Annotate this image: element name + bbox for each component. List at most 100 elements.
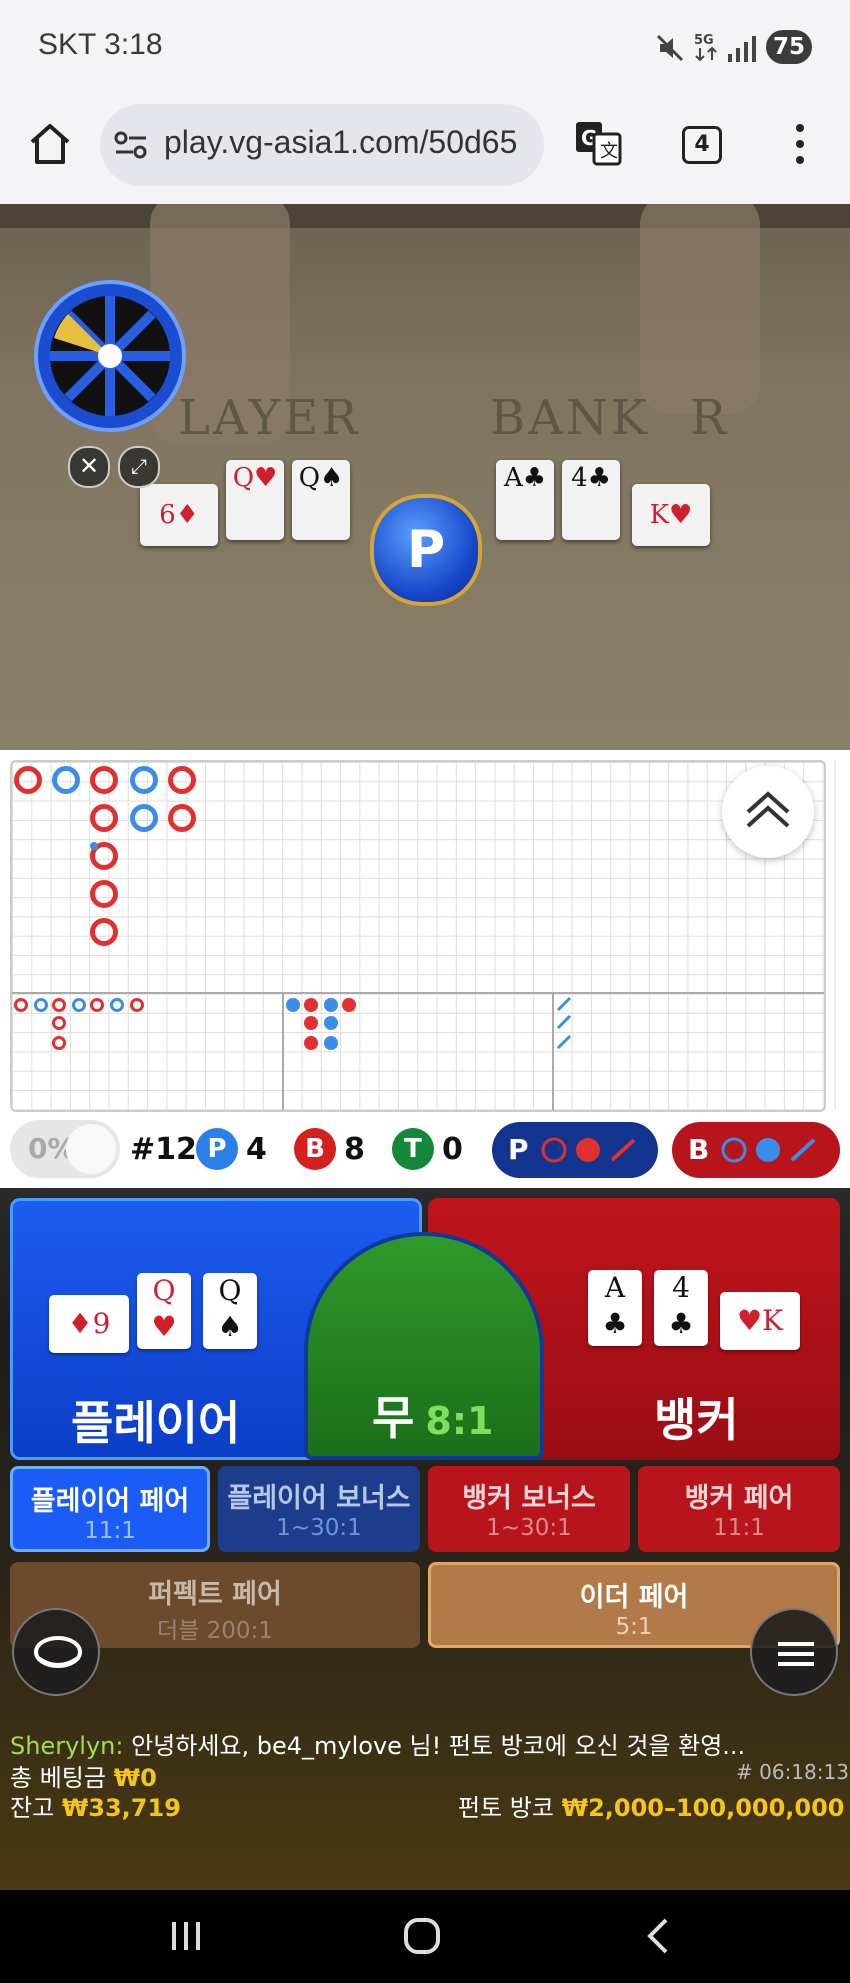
home-nav-icon[interactable]	[402, 1916, 442, 1956]
battery-indicator: 75	[766, 30, 812, 64]
bonus-wheel-icon[interactable]	[32, 278, 188, 434]
chat-message: 안녕하세요, be4_mylove 님! 펀토 방코에 오신 것을 환영...	[131, 1732, 746, 1760]
side-bet-label: 플레이어 페어	[30, 1486, 190, 1517]
collapse-roadmap-button[interactable]	[722, 766, 814, 858]
predict-player-button[interactable]: P	[492, 1122, 658, 1178]
tie-odds: 8:1	[425, 1399, 494, 1443]
tie-bet-spot[interactable]: 무 8:1	[304, 1232, 544, 1460]
bead-banker	[14, 998, 28, 1012]
player-pair-bet[interactable]: 플레이어 페어 11:1	[10, 1466, 210, 1552]
signal-icon	[728, 36, 756, 62]
player-card: ♦9	[49, 1295, 129, 1353]
banker-bet-label: 뱅커	[654, 1393, 739, 1447]
close-icon[interactable]: ✕	[68, 446, 110, 488]
5g-icon: 5G	[694, 33, 717, 62]
bead-banker	[304, 1016, 318, 1030]
predict-banker-label: B	[688, 1133, 710, 1166]
side-bet-label: 뱅커 페어	[684, 1483, 794, 1514]
clock: SKT 3:18	[38, 28, 163, 61]
player-card: Q ♥	[137, 1273, 191, 1349]
betting-area: ♦9 Q ♥ Q ♠ 플레이어 A ♣ 4 ♣ ♥K 뱅커 무 8:1 플레이어 페어 …	[0, 1188, 850, 1890]
bead-player	[130, 804, 158, 832]
browser-toolbar: play.vg-asia1.com/50d65 G 文 4	[0, 96, 850, 204]
bead-banker	[304, 1036, 318, 1050]
player-card: Q ♠	[203, 1273, 257, 1349]
bead-banker	[90, 766, 118, 794]
perfect-pair-label: 퍼펙트 페어	[148, 1579, 282, 1610]
hamburger-icon	[778, 1642, 814, 1666]
pair-dot	[90, 842, 98, 850]
bead-player	[286, 998, 300, 1012]
game-id: # 06:18:13	[736, 1760, 849, 1784]
side-bet-label: 뱅커 보너스	[462, 1483, 596, 1514]
balance-value: ₩33,719	[61, 1794, 181, 1822]
status-bar: SKT 3:18 5G 75	[0, 0, 850, 96]
dealer-arm	[640, 204, 760, 414]
stats-bar: 0% #12 P 4 B 8 T 0 P B	[0, 1112, 850, 1188]
side-bet-odds: 1~30:1	[486, 1515, 572, 1541]
side-bet-odds: 11:1	[713, 1515, 765, 1541]
chat-username: Sherylyn:	[10, 1732, 124, 1760]
bead-banker	[304, 998, 318, 1012]
recent-apps-icon[interactable]	[168, 1918, 204, 1954]
chevron-up-icon	[746, 791, 790, 828]
banker-count: 8	[344, 1132, 365, 1167]
balance: 잔고 ₩33,719	[10, 1794, 181, 1822]
bead-player	[324, 1016, 338, 1030]
cockroach-road	[556, 996, 572, 1050]
banker-card: A ♣	[588, 1270, 642, 1346]
menu-button[interactable]	[750, 1608, 838, 1696]
bead-player	[324, 1036, 338, 1050]
bead-banker	[342, 998, 356, 1012]
url-text: play.vg-asia1.com/50d65	[164, 124, 518, 160]
bead-player	[324, 998, 338, 1012]
banker-card: 4 ♣	[654, 1270, 708, 1346]
bead-banker	[52, 1036, 66, 1050]
predict-banker-button[interactable]: B	[672, 1122, 840, 1178]
bead-player	[34, 998, 48, 1012]
player-count-badge: P	[196, 1128, 238, 1170]
tie-count-badge: T	[392, 1128, 434, 1170]
banker-pair-bet[interactable]: 뱅커 페어 11:1	[638, 1466, 840, 1552]
bead-banker	[14, 766, 42, 794]
svg-text:5G: 5G	[694, 33, 714, 48]
site-settings-icon[interactable]	[114, 130, 148, 160]
player-bonus-bet[interactable]: 플레이어 보너스 1~30:1	[218, 1466, 420, 1552]
bead-player	[130, 766, 158, 794]
live-video-stream: LAYER BANK R 6♦ Q♥ Q♠ A♣ 4♣ K♥ ✕ ⤢ P 6 5	[0, 204, 850, 750]
bead-banker	[130, 998, 144, 1012]
tie-bet-label: 무	[372, 1391, 415, 1445]
bead-player	[72, 998, 86, 1012]
felt-player-label: LAYER	[178, 390, 361, 446]
win-percent-toggle[interactable]: 0%	[10, 1120, 120, 1178]
back-icon[interactable]	[644, 1918, 674, 1954]
bead-banker	[168, 804, 196, 832]
predict-player-label: P	[508, 1133, 529, 1166]
translate-icon[interactable]: G 文	[574, 120, 622, 166]
predict-symbols	[541, 1137, 636, 1163]
bead-banker	[90, 804, 118, 832]
felt-banker-label: BANK	[490, 390, 650, 446]
roadmap-grid	[10, 760, 826, 1112]
home-icon[interactable]	[28, 122, 72, 166]
table-card: A♣	[496, 460, 554, 540]
side-bet-odds: 11:1	[84, 1518, 136, 1544]
bead-player	[110, 998, 124, 1012]
player-count: 4	[246, 1132, 267, 1167]
side-bet-label: 플레이어 보너스	[227, 1483, 411, 1514]
bead-banker	[90, 998, 104, 1012]
tie-count: 0	[442, 1132, 463, 1167]
table-card: K♥	[632, 484, 710, 546]
banker-bonus-bet[interactable]: 뱅커 보너스 1~30:1	[428, 1466, 630, 1552]
roadmap-edge	[834, 760, 850, 1110]
bead-banker	[52, 998, 66, 1012]
table-card: Q♠	[292, 460, 350, 540]
roadmap-panel	[0, 750, 850, 1112]
expand-icon[interactable]: ⤢	[118, 446, 160, 488]
more-menu-icon[interactable]	[790, 122, 810, 166]
chat-line: Sherylyn: 안녕하세요, be4_mylove 님! 펀토 방코에 오신…	[10, 1726, 745, 1761]
tab-switcher-button[interactable]: 4	[682, 126, 722, 164]
chat-button[interactable]	[12, 1608, 100, 1696]
address-bar[interactable]: play.vg-asia1.com/50d65	[100, 104, 544, 186]
felt-banker-label-end: R	[690, 390, 730, 446]
